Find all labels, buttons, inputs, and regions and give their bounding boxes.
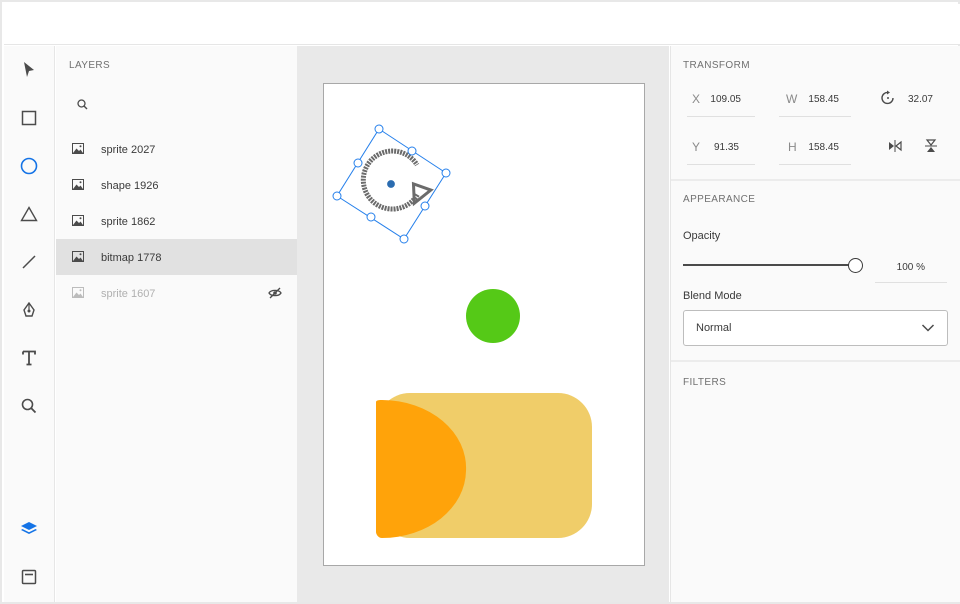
x-label: X: [692, 92, 701, 106]
flip-horizontal-icon[interactable]: [887, 139, 903, 153]
blend-mode-value: Normal: [696, 322, 732, 334]
appearance-title: APPEARANCE: [683, 194, 756, 205]
toolbar: [4, 46, 55, 602]
layer-row[interactable]: sprite 1607: [56, 275, 297, 311]
h-underline: [779, 164, 851, 165]
ellipse-icon[interactable]: [15, 152, 43, 180]
select-arrow-icon[interactable]: [15, 56, 43, 84]
layer-row[interactable]: bitmap 1778: [56, 239, 297, 275]
rectangle-icon[interactable]: [15, 104, 43, 132]
layer-label: shape 1926: [101, 180, 159, 192]
layer-label: bitmap 1778: [101, 252, 162, 264]
properties-panel: TRANSFORM X 109.05 W 158.45 32.07 Y 91.3…: [670, 46, 960, 602]
layer-label: sprite 1607: [101, 288, 156, 300]
image-icon: [72, 215, 84, 226]
w-field[interactable]: 158.45: [799, 94, 839, 105]
layer-label: sprite 1862: [101, 216, 156, 228]
h-field[interactable]: 158.45: [799, 142, 839, 153]
h-label: H: [788, 140, 797, 154]
image-icon: [72, 179, 84, 190]
layers-title: LAYERS: [69, 60, 111, 71]
layer-row[interactable]: sprite 2027: [56, 131, 297, 167]
triangle-icon[interactable]: [15, 200, 43, 228]
section-divider: [671, 179, 960, 181]
flip-vertical-icon[interactable]: [924, 138, 938, 154]
section-divider: [671, 360, 960, 362]
pen-icon[interactable]: [15, 296, 43, 324]
canvas-area: [297, 46, 669, 602]
transform-title: TRANSFORM: [683, 60, 750, 71]
rotation-field[interactable]: 32.07: [893, 94, 933, 105]
image-icon: [72, 287, 84, 298]
w-underline: [779, 116, 851, 117]
layer-row[interactable]: sprite 1862: [56, 203, 297, 239]
layers-panel: LAYERS sprite 2027 shape 1926 sprite 1862 b…: [56, 46, 297, 602]
x-field[interactable]: 109.05: [701, 94, 741, 105]
green-circle[interactable]: [466, 289, 520, 343]
library-icon[interactable]: [15, 563, 43, 591]
top-bar: [4, 4, 960, 45]
y-field[interactable]: 91.35: [699, 142, 739, 153]
w-label: W: [786, 92, 798, 106]
blend-mode-label: Blend Mode: [683, 290, 742, 302]
layer-row[interactable]: shape 1926: [56, 167, 297, 203]
x-underline: [687, 116, 755, 117]
opacity-label: Opacity: [683, 230, 721, 242]
opacity-slider-thumb[interactable]: [848, 258, 863, 273]
layer-search-input[interactable]: [96, 94, 286, 116]
image-icon: [72, 251, 84, 262]
layer-label: sprite 2027: [101, 144, 156, 156]
chevron-down-icon: [921, 324, 935, 332]
hidden-eye-icon[interactable]: [268, 287, 282, 299]
blend-mode-select[interactable]: Normal: [683, 310, 948, 346]
artboard[interactable]: [323, 83, 645, 566]
image-icon: [72, 143, 84, 154]
filters-title: FILTERS: [683, 377, 727, 388]
selection-bounding-box[interactable]: [332, 124, 451, 244]
layers-icon[interactable]: [15, 515, 43, 543]
opacity-slider-track[interactable]: [683, 264, 855, 266]
text-icon[interactable]: [15, 344, 43, 372]
y-underline: [687, 164, 755, 165]
app-window: LAYERS sprite 2027 shape 1926 sprite 1862 b…: [0, 0, 960, 604]
opacity-input[interactable]: [875, 253, 947, 283]
line-icon[interactable]: [15, 248, 43, 276]
zoom-icon[interactable]: [15, 392, 43, 420]
search-icon[interactable]: [76, 98, 90, 112]
rotate-arrow-bitmap[interactable]: [352, 140, 440, 225]
